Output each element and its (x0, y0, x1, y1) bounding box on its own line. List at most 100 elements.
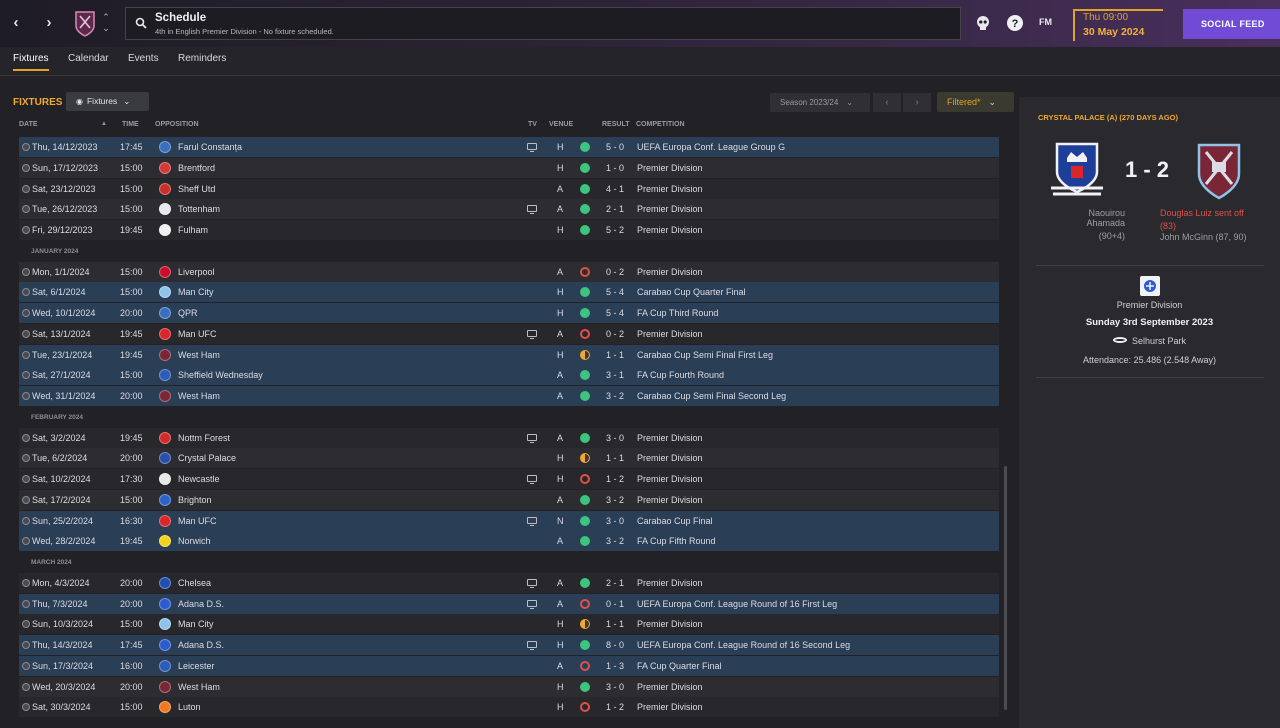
table-row[interactable]: Wed, 28/2/2024 19:45 Norwich A 3 - 2 FA Cup F… (19, 531, 999, 552)
result-score[interactable]: 1 - 1 (606, 619, 624, 629)
tab-events[interactable]: Events (128, 53, 159, 71)
table-row[interactable]: Sat, 17/2/2024 15:00 Brighton A 3 - 2 Premier… (19, 489, 999, 510)
competition[interactable]: Premier Division (637, 578, 703, 588)
competition[interactable]: Premier Division (637, 453, 703, 463)
result-score[interactable]: 1 - 1 (606, 350, 624, 360)
table-row[interactable]: Wed, 31/1/2024 20:00 West Ham A 3 - 2 Carabao… (19, 386, 999, 406)
tab-calendar[interactable]: Calendar (68, 53, 109, 71)
game-date[interactable]: Thu 09:00 30 May 2024 (1073, 9, 1163, 41)
back-arrow-icon[interactable]: ‹ (8, 14, 24, 32)
result-score[interactable]: 1 - 2 (606, 702, 624, 712)
opposition-name[interactable]: Crystal Palace (178, 453, 236, 463)
fm-logo[interactable]: FM (1039, 17, 1052, 27)
result-score[interactable]: 3 - 0 (606, 516, 624, 526)
opposition-name[interactable]: Adana D.S. (178, 640, 224, 650)
table-row[interactable]: Wed, 10/1/2024 20:00 QPR H 5 - 4 FA Cup Third… (19, 303, 999, 323)
result-score[interactable]: 3 - 2 (606, 391, 624, 401)
table-row[interactable]: Tue, 26/12/2023 15:00 Tottenham A 2 - 1 Premi… (19, 199, 999, 220)
competition[interactable]: UEFA Europa Conf. League Round of 16 Fir… (637, 599, 837, 609)
col-result[interactable]: RESULT (602, 121, 629, 128)
table-row[interactable]: Sun, 10/3/2024 15:00 Man City H 1 - 1 Premier… (19, 614, 999, 635)
result-score[interactable]: 3 - 0 (606, 433, 624, 443)
table-row[interactable]: Sat, 3/2/2024 19:45 Nottm Forest A 3 - 0 Prem… (19, 427, 999, 448)
season-dropdown[interactable]: Season 2023/24 ⌄ (770, 93, 870, 112)
competition[interactable]: Premier Division (637, 267, 703, 277)
competition[interactable]: FA Cup Quarter Final (637, 661, 722, 671)
away-crest-icon[interactable] (1196, 142, 1242, 200)
result-score[interactable]: 2 - 1 (606, 578, 624, 588)
table-row[interactable]: Sun, 17/12/2023 15:00 Brentford H 1 - 0 Premi… (19, 157, 999, 178)
previous-season-button[interactable]: ‹ (873, 93, 901, 112)
competition[interactable]: Carabao Cup Semi Final First Leg (637, 350, 773, 360)
opposition-name[interactable]: Brighton (178, 495, 212, 505)
competition[interactable]: Carabao Cup Final (637, 516, 713, 526)
club-crest-icon[interactable] (74, 10, 96, 37)
competition[interactable]: FA Cup Fourth Round (637, 370, 724, 380)
result-score[interactable]: 5 - 4 (606, 287, 624, 297)
col-venue[interactable]: VENUE (549, 121, 573, 128)
result-score[interactable]: 1 - 0 (606, 163, 624, 173)
competition[interactable]: Premier Division (637, 474, 703, 484)
opposition-name[interactable]: Adana D.S. (178, 599, 224, 609)
opposition-name[interactable]: Man UFC (178, 329, 217, 339)
table-row[interactable]: Sat, 10/2/2024 17:30 Newcastle H 1 - 2 Premie… (19, 469, 999, 489)
col-time[interactable]: TIME (122, 121, 139, 128)
result-score[interactable]: 0 - 1 (606, 599, 624, 609)
col-date[interactable]: DATE (19, 121, 38, 128)
search-bar[interactable]: Schedule 4th in English Premier Division… (125, 7, 961, 40)
club-switch-icon[interactable]: ⌃ ⌄ (100, 12, 112, 36)
scrollbar[interactable] (1004, 466, 1007, 710)
next-season-button[interactable]: › (903, 93, 931, 112)
filter-dropdown[interactable]: Filtered* ⌄ (937, 92, 1014, 112)
opposition-name[interactable]: Man City (178, 619, 214, 629)
result-score[interactable]: 5 - 4 (606, 308, 624, 318)
opposition-name[interactable]: Chelsea (178, 578, 211, 588)
competition[interactable]: Premier Division (637, 495, 703, 505)
sort-up-icon[interactable]: ▲ (101, 121, 107, 127)
competition[interactable]: Premier Division (637, 204, 703, 214)
table-row[interactable]: Sat, 13/1/2024 19:45 Man UFC A 0 - 2 Premier … (19, 323, 999, 344)
result-score[interactable]: 3 - 0 (606, 682, 624, 692)
table-row[interactable]: Fri, 29/12/2023 19:45 Fulham H 5 - 2 Premier … (19, 220, 999, 240)
opposition-name[interactable]: Newcastle (178, 474, 220, 484)
forward-arrow-icon[interactable]: › (41, 14, 57, 32)
opposition-name[interactable]: West Ham (178, 682, 220, 692)
result-score[interactable]: 3 - 2 (606, 495, 624, 505)
opposition-name[interactable]: Tottenham (178, 204, 220, 214)
skull-icon[interactable] (974, 14, 992, 32)
opposition-name[interactable]: Liverpool (178, 267, 215, 277)
result-score[interactable]: 2 - 1 (606, 204, 624, 214)
opposition-name[interactable]: QPR (178, 308, 198, 318)
result-score[interactable]: 0 - 2 (606, 329, 624, 339)
result-score[interactable]: 0 - 2 (606, 267, 624, 277)
competition[interactable]: FA Cup Third Round (637, 308, 718, 318)
opposition-name[interactable]: Farul Constanța (178, 142, 242, 152)
competition[interactable]: Premier Division (637, 702, 703, 712)
table-row[interactable]: Sat, 6/1/2024 15:00 Man City H 5 - 4 Carabao … (19, 282, 999, 303)
table-row[interactable]: Tue, 23/1/2024 19:45 West Ham H 1 - 1 Carabao… (19, 344, 999, 365)
competition[interactable]: Premier Division (637, 184, 703, 194)
result-score[interactable]: 8 - 0 (606, 640, 624, 650)
opposition-name[interactable]: Man City (178, 287, 214, 297)
opposition-name[interactable]: West Ham (178, 391, 220, 401)
competition[interactable]: Premier Division (637, 682, 703, 692)
table-row[interactable]: Sat, 30/3/2024 15:00 Luton H 1 - 2 Premier Di… (19, 697, 999, 718)
tab-fixtures[interactable]: Fixtures (13, 53, 49, 71)
competition[interactable]: Premier Division (637, 433, 703, 443)
table-row[interactable]: Thu, 14/12/2023 17:45 Farul Constanța H 5 - … (19, 137, 999, 157)
competition[interactable]: Premier Division (637, 225, 703, 235)
opposition-name[interactable]: Sheffield Wednesday (178, 370, 263, 380)
opposition-name[interactable]: Norwich (178, 536, 211, 546)
result-score[interactable]: 3 - 2 (606, 536, 624, 546)
competition[interactable]: UEFA Europa Conf. League Round of 16 Sec… (637, 640, 850, 650)
competition[interactable]: Carabao Cup Quarter Final (637, 287, 746, 297)
competition[interactable]: FA Cup Fifth Round (637, 536, 716, 546)
opposition-name[interactable]: Nottm Forest (178, 433, 230, 443)
opposition-name[interactable]: Brentford (178, 163, 215, 173)
result-score[interactable]: 4 - 1 (606, 184, 624, 194)
competition[interactable]: Premier Division (637, 619, 703, 629)
opposition-name[interactable]: Fulham (178, 225, 208, 235)
table-row[interactable]: Wed, 20/3/2024 20:00 West Ham H 3 - 0 Premier… (19, 676, 999, 697)
help-icon[interactable]: ? (1006, 14, 1024, 32)
opposition-name[interactable]: Man UFC (178, 516, 217, 526)
